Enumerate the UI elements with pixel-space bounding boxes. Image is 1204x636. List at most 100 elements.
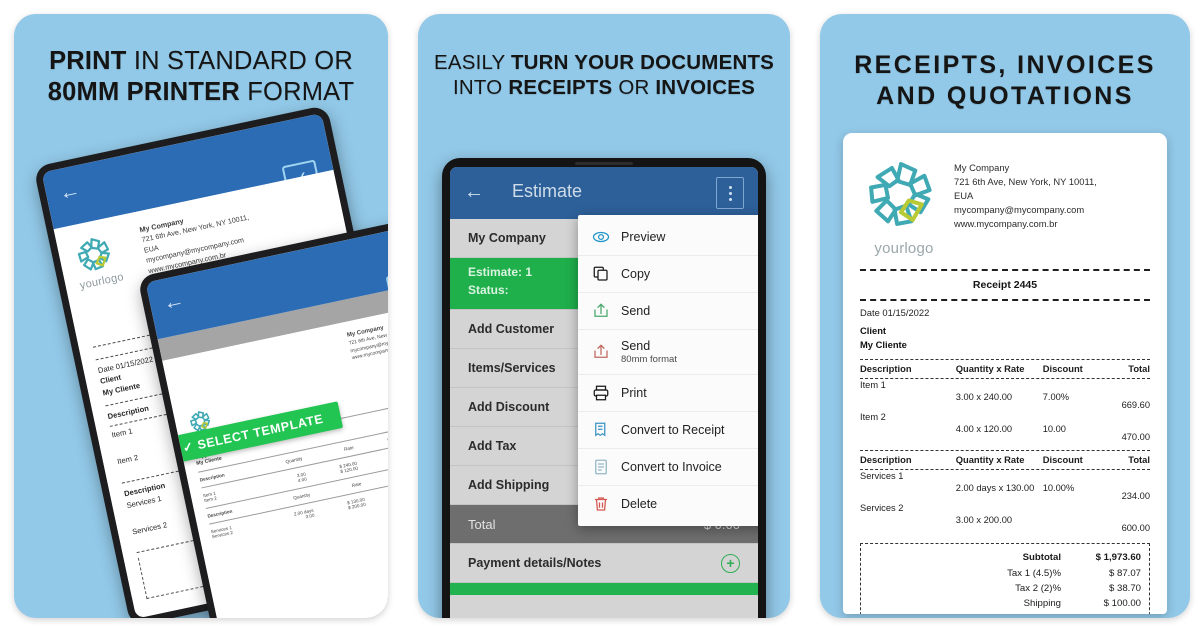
menu-item-send-80mm[interactable]: Send 80mm format <box>578 330 758 375</box>
logo-block: yourlogo <box>860 149 948 257</box>
back-arrow-icon[interactable]: ← <box>161 288 186 315</box>
service-qty-rate: 3.00 x 200.00 <box>955 515 1013 526</box>
col-total: Total <box>1128 454 1150 466</box>
totals-value: $ 2,160.67 <box>1075 612 1141 615</box>
service-discount <box>1043 514 1101 534</box>
row-label: Payment details/Notes <box>468 556 602 570</box>
totals-row-subtotal: Subtotal $ 1,973.60 <box>869 550 1141 565</box>
company-address-block: My Company 721 6th Ave, New York, NY 100… <box>948 149 1097 257</box>
logo-text: yourlogo <box>874 240 934 257</box>
page-title: Estimate <box>512 181 583 201</box>
headline-part: OR <box>612 76 656 99</box>
back-arrow-icon[interactable]: ← <box>464 181 484 204</box>
service-discount: 10.00% <box>1042 483 1075 494</box>
printer-icon <box>592 384 610 402</box>
menu-label: Copy <box>621 267 651 281</box>
menu-label: Delete <box>621 497 658 511</box>
share-up-icon <box>592 302 610 320</box>
row-label: Add Tax <box>468 439 517 453</box>
company-address-line1: 721 6th Ave, New York, NY 10011, <box>954 176 1097 188</box>
table-row: Services 2 <box>860 502 1150 514</box>
table-row: 3.00 x 200.00 600.00 <box>860 514 1150 534</box>
menu-label: Preview <box>621 230 666 244</box>
item-discount: 7.00% <box>1042 392 1070 403</box>
item-discount: 10.00 <box>1042 424 1066 435</box>
screenshot-stage: PRINT IN STANDARD OR 80MM PRINTER FORMAT… <box>0 0 1204 636</box>
menu-label: Send <box>621 339 651 353</box>
row-label: My Company <box>468 231 546 245</box>
check-icon: ✓ <box>181 439 196 456</box>
totals-row-shipping: Shipping $ 100.00 <box>869 596 1141 611</box>
totals-row-tax2: Tax 2 (2)% $ 38.70 <box>869 581 1141 596</box>
table-row: Item 1 <box>860 379 1150 391</box>
col-quantity-rate: Quantity x Rate <box>955 363 1025 375</box>
item-total: 470.00 <box>1121 432 1150 443</box>
table-row: 4.00 x 120.00 10.00 470.00 <box>860 423 1150 443</box>
menu-item-convert-receipt[interactable]: Convert to Receipt <box>578 412 758 449</box>
row-label: Add Discount <box>468 400 550 414</box>
table-header-row: Description Quantity x Rate Discount Tot… <box>860 451 1150 469</box>
client-label: Client <box>860 325 887 336</box>
headline-part: RECEIPTS <box>508 76 613 99</box>
item-total: 669.60 <box>1121 400 1150 411</box>
menu-label: Convert to Invoice <box>621 460 722 474</box>
menu-item-print[interactable]: Print <box>578 375 758 412</box>
table-row: 2.00 days x 130.00 10.00% 234.00 <box>860 482 1150 502</box>
headline-part: EASILY <box>433 51 511 74</box>
totals-label: Tax 1 (4.5)% <box>1007 567 1061 579</box>
tablet-device-estimate: ← Estimate My Company Estimate: 1 Status… <box>442 158 766 618</box>
more-vertical-icon[interactable] <box>716 177 744 209</box>
logo-mark: yourlogo <box>70 229 126 292</box>
totals-label: Tax 2 (2)% <box>1015 582 1061 594</box>
table-header-row: Description Quantity x Rate Discount Tot… <box>860 360 1150 378</box>
headline-line-2: AND QUOTATIONS <box>876 81 1134 110</box>
headline-part: TURN YOUR DOCUMENTS <box>510 51 775 74</box>
bottom-action-bar[interactable] <box>450 583 758 595</box>
col-description: Description <box>860 454 912 466</box>
service-total: 234.00 <box>1121 491 1150 502</box>
share-up-icon <box>592 343 610 361</box>
col-quantity-rate: Quantity x Rate <box>955 454 1025 466</box>
menu-item-convert-invoice[interactable]: Convert to Invoice <box>578 449 758 486</box>
table-row: Services 1 <box>860 470 1150 482</box>
totals-box: Subtotal $ 1,973.60 Tax 1 (4.5)% $ 87.07… <box>860 543 1150 614</box>
company-email: mycompany@mycompany.com <box>954 204 1085 216</box>
totals-value: $ 87.07 <box>1108 567 1141 579</box>
item-name: Item 2 <box>860 412 886 423</box>
menu-item-copy[interactable]: Copy <box>578 256 758 293</box>
table-row: Item 2 <box>860 411 1150 423</box>
totals-row-total: Total $ 2,160.67 <box>869 612 1141 615</box>
menu-label: Print <box>621 386 647 400</box>
table-row: 3.00 x 240.00 7.00% 669.60 <box>860 391 1150 411</box>
promo-panel-convert: EASILY TURN YOUR DOCUMENTS INTO RECEIPTS… <box>418 14 790 618</box>
services-table: Description Quantity x Rate Discount Tot… <box>860 451 1150 469</box>
totals-label: Subtotal <box>1022 552 1061 564</box>
add-icon[interactable]: + <box>721 553 740 573</box>
promo-panel-receipts: RECEIPTS, INVOICES AND QUOTATIONS yourlo… <box>820 14 1190 618</box>
totals-value: $ 38.70 <box>1108 582 1141 594</box>
headline-part: INTO <box>453 76 509 99</box>
document-date: Date 01/15/2022 <box>860 307 930 318</box>
total-label: Total <box>468 516 496 532</box>
promo-panel-print: PRINT IN STANDARD OR 80MM PRINTER FORMAT… <box>14 14 388 618</box>
menu-label: Convert to Receipt <box>621 423 725 437</box>
row-label: Add Customer <box>468 322 555 336</box>
menu-item-send[interactable]: Send <box>578 293 758 330</box>
totals-value: $ 100.00 <box>1103 598 1141 610</box>
company-website: www.mycompany.com.br <box>954 218 1058 230</box>
col-total: Total <box>1128 363 1150 375</box>
document-title: Receipt 2445 <box>972 279 1038 291</box>
menu-item-preview[interactable]: Preview <box>578 219 758 256</box>
camera-notch <box>575 162 633 165</box>
logo-mark <box>869 162 932 226</box>
row-payment-notes[interactable]: Payment details/Notes + <box>450 544 758 583</box>
totals-label: Total <box>911 612 1061 615</box>
totals-label: Shipping <box>1023 598 1061 610</box>
service-qty-rate: 2.00 days x 130.00 <box>955 483 1035 494</box>
invoice-icon <box>592 458 610 476</box>
back-arrow-icon[interactable]: ← <box>57 178 82 205</box>
panel-1-device-area: ← ✓ <box>14 14 388 618</box>
receipt-document: yourlogo My Company 721 6th Ave, New Yor… <box>843 133 1167 614</box>
menu-item-delete[interactable]: Delete <box>578 486 758 522</box>
services-body: Services 1 2.00 days x 130.00 10.00% 234… <box>860 470 1150 534</box>
